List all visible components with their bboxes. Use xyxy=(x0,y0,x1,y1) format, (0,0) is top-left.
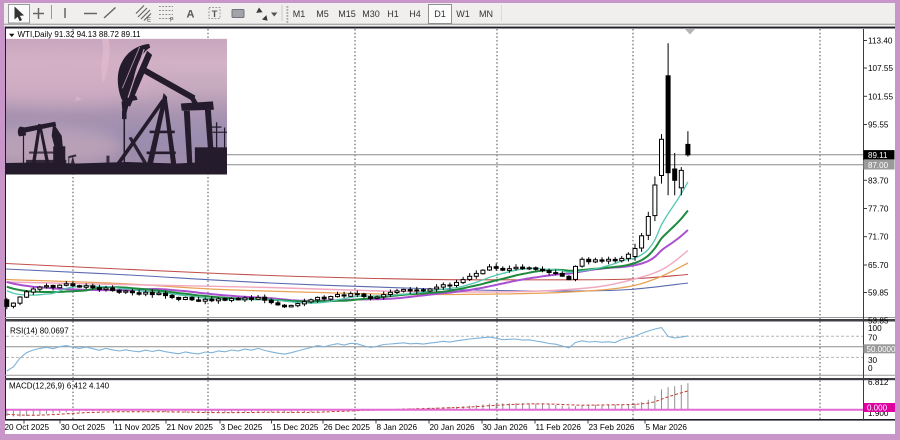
svg-text:E: E xyxy=(147,18,151,24)
svg-text:3 Dec 2025: 3 Dec 2025 xyxy=(221,423,263,432)
svg-text:21 Nov 2025: 21 Nov 2025 xyxy=(167,423,214,432)
svg-text:M5: M5 xyxy=(316,9,329,19)
svg-text:W1: W1 xyxy=(456,9,470,19)
svg-text:MACD(12,26,9) 6.412 4.140: MACD(12,26,9) 6.412 4.140 xyxy=(9,381,110,390)
svg-text:107.55: 107.55 xyxy=(868,64,893,73)
svg-text:M1: M1 xyxy=(293,9,306,19)
svg-text:15 Dec 2025: 15 Dec 2025 xyxy=(272,423,319,432)
svg-text:T: T xyxy=(212,9,218,20)
svg-text:H1: H1 xyxy=(387,9,399,19)
svg-text:5 Mar 2026: 5 Mar 2026 xyxy=(646,423,688,432)
svg-text:23 Feb 2026: 23 Feb 2026 xyxy=(589,423,635,432)
svg-text:20 Jan 2026: 20 Jan 2026 xyxy=(430,423,476,432)
svg-text:83.70: 83.70 xyxy=(868,176,889,185)
svg-text:0.000: 0.000 xyxy=(867,404,888,413)
svg-text:30 Jan 2026: 30 Jan 2026 xyxy=(483,423,529,432)
svg-text:30 Oct 2025: 30 Oct 2025 xyxy=(61,423,106,432)
svg-text:0: 0 xyxy=(868,364,873,373)
svg-text:8 Jan 2026: 8 Jan 2026 xyxy=(377,423,418,432)
svg-text:M30: M30 xyxy=(362,9,380,19)
svg-text:11 Nov 2025: 11 Nov 2025 xyxy=(114,423,160,432)
svg-text:26 Dec 2025: 26 Dec 2025 xyxy=(324,423,371,432)
svg-text:MN: MN xyxy=(479,9,493,19)
svg-text:87.00: 87.00 xyxy=(868,161,889,170)
svg-text:101.55: 101.55 xyxy=(868,92,893,101)
svg-text:D1: D1 xyxy=(434,9,446,19)
svg-text:A: A xyxy=(187,9,195,21)
svg-text:77.70: 77.70 xyxy=(868,205,889,214)
svg-text:89.11: 89.11 xyxy=(868,151,888,160)
svg-text:50.0000: 50.0000 xyxy=(867,345,896,354)
svg-text:H4: H4 xyxy=(409,9,421,19)
svg-text:11 Feb 2026: 11 Feb 2026 xyxy=(536,423,582,432)
svg-text:70: 70 xyxy=(868,334,878,343)
svg-text:95.55: 95.55 xyxy=(868,121,889,130)
svg-text:WTI,Daily 91.32 94.13 88.72 8: WTI,Daily 91.32 94.13 88.72 89.11 xyxy=(18,30,142,39)
svg-text:M15: M15 xyxy=(338,9,356,19)
svg-text:113.40: 113.40 xyxy=(868,37,893,46)
svg-text:20 Oct 2025: 20 Oct 2025 xyxy=(5,423,50,432)
svg-text:100: 100 xyxy=(868,324,882,333)
svg-text:59.85: 59.85 xyxy=(868,289,889,298)
svg-text:65.70: 65.70 xyxy=(868,261,889,270)
svg-text:RSI(14) 80.0697: RSI(14) 80.0697 xyxy=(10,327,69,336)
svg-text:F: F xyxy=(170,18,174,24)
svg-text:71.70: 71.70 xyxy=(868,233,889,242)
svg-text:6.812: 6.812 xyxy=(868,378,889,387)
